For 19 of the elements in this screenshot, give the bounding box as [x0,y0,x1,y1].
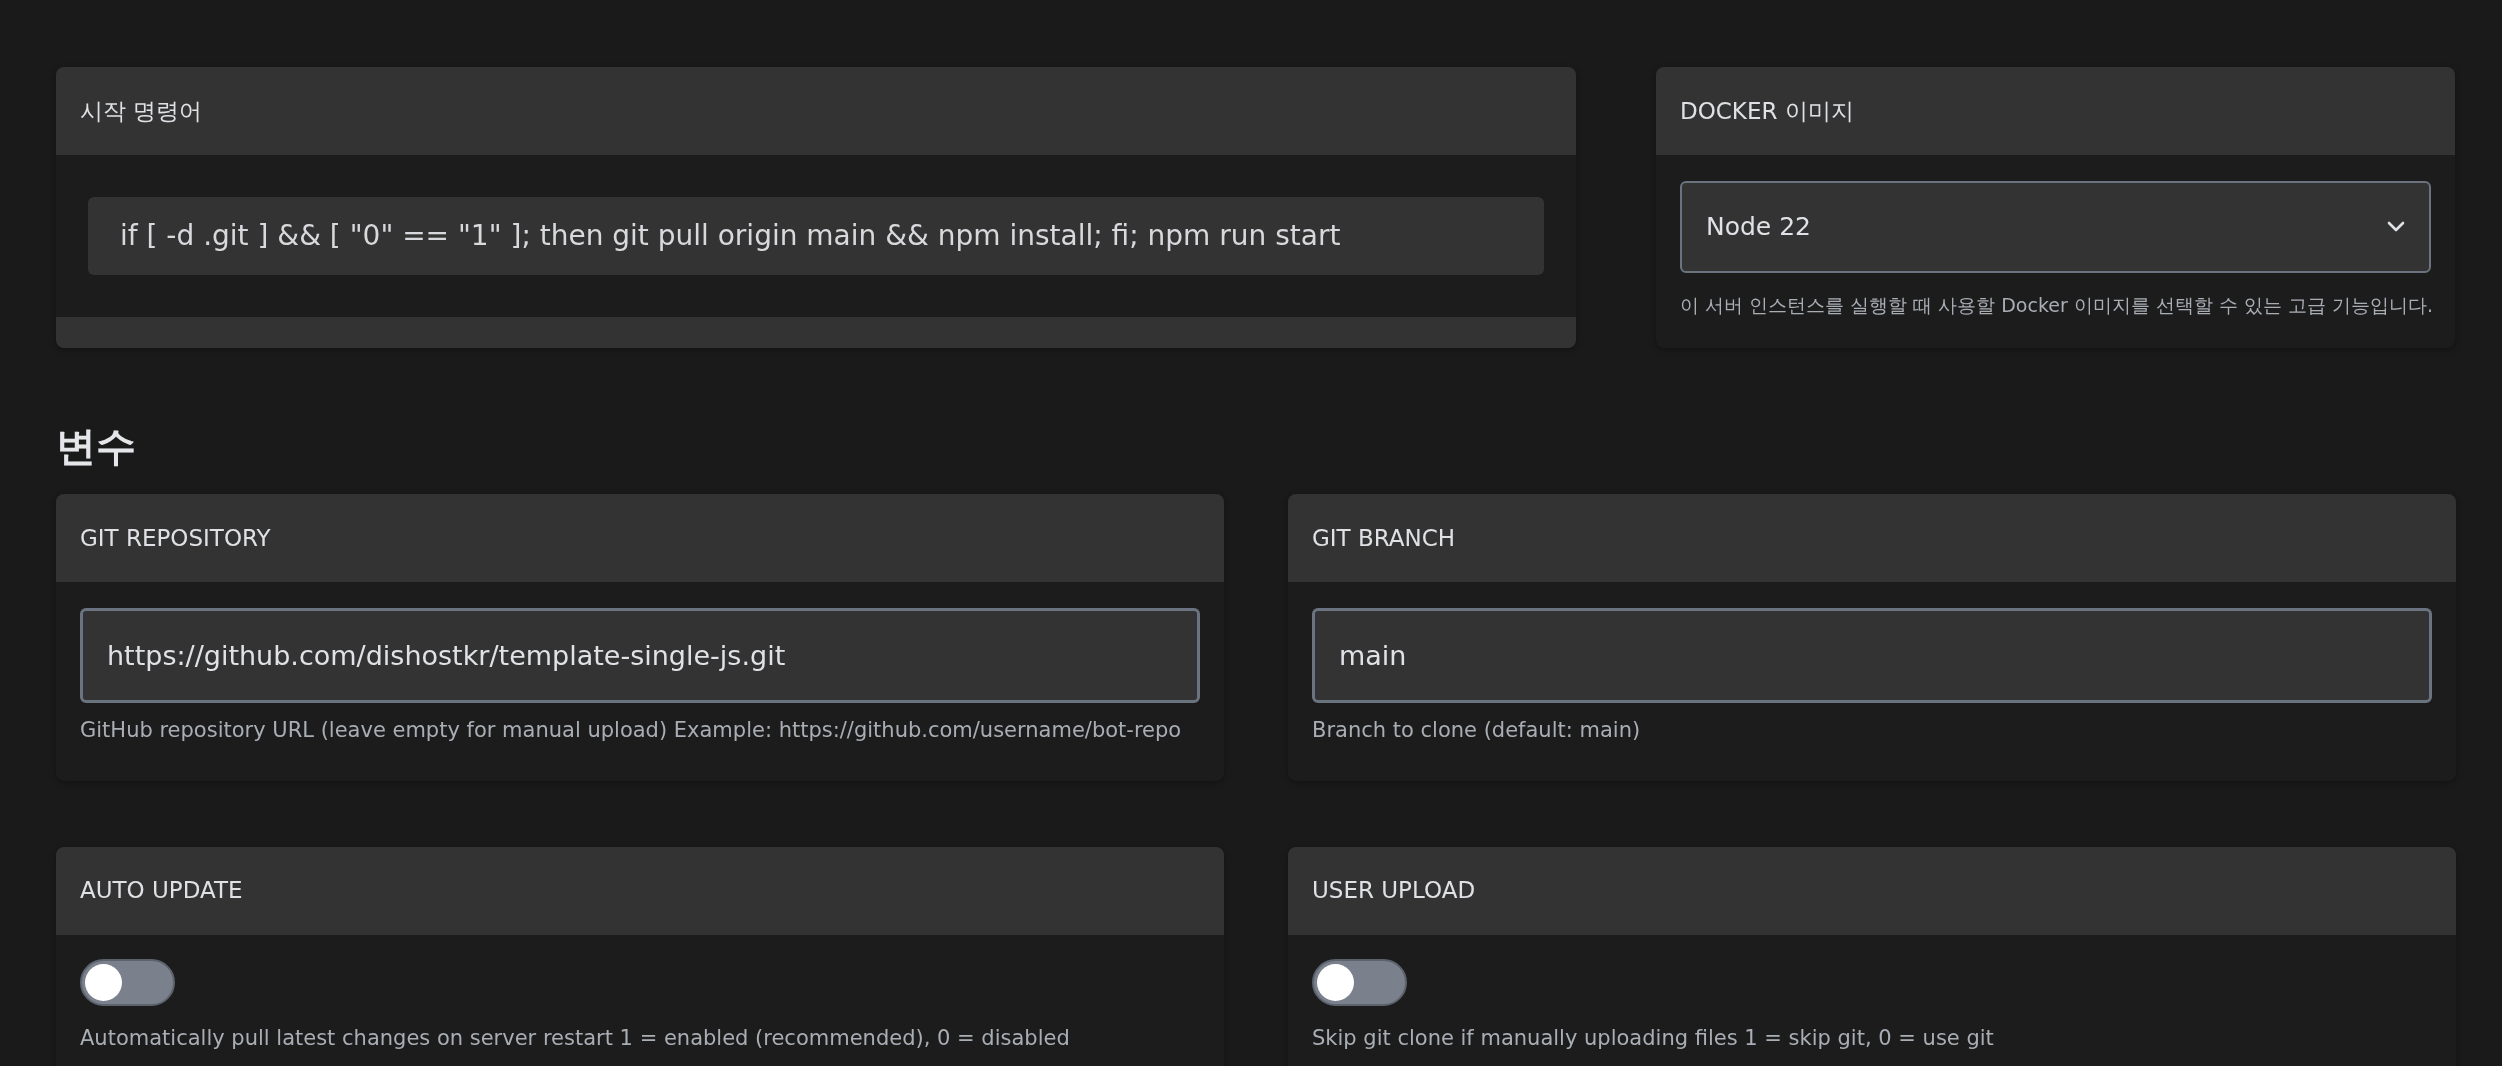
input-field[interactable]: main [1312,608,2432,703]
help-text: Skip git clone if manually uploading files 1 = skip git, 0 = use git [1312,1024,1995,1052]
card-title: GIT REPOSITORY [80,523,271,553]
image-select[interactable]: Node 22 [1680,181,2431,273]
chevron-down-icon [2387,221,2405,233]
help-text: Automatically pull latest changes on server restart 1 = enabled (recommended), 0 = disabled [80,1024,1071,1052]
toggle-switch[interactable] [1312,958,1407,1006]
card-title: GIT BRANCH [1312,523,1456,553]
card-title: USER UPLOAD [1312,876,1476,906]
card-title: 시작 명령어 [80,96,203,126]
card-title: AUTO UPDATE [80,876,243,906]
card-title: DOCKER 이미지 [1680,96,1854,126]
help-text: Branch to clone (default: main) [1312,717,1642,744]
help-text: 이 서버 인스턴스를 실행할 때 사용할 Docker 이미지를 선택할 수 있는 고급 기능입니다. [1680,293,2431,318]
input-field[interactable]: https://github.com/dishostkr/template-single-js.git [80,608,1200,703]
startup-command-field: if [ -d .git ] && [ "0" == "1" ]; then git pull origin main && npm install; fi; npm run start [88,197,1544,275]
section-heading: 변수 [56,422,137,471]
help-text: GitHub repository URL (leave empty for manual upload) Example: https://github.com/username/bot-repo [80,717,1183,744]
toggle-switch[interactable] [80,958,175,1006]
